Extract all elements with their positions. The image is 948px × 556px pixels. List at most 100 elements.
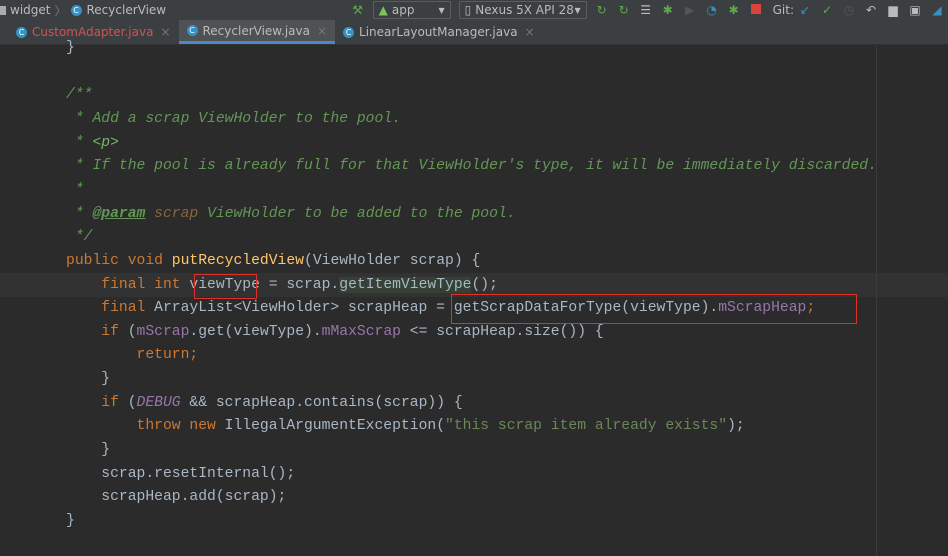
android-icon: ▲ <box>378 3 388 17</box>
code-line: } <box>66 367 110 391</box>
breadcrumb-widget[interactable]: widget <box>10 3 50 17</box>
breadcrumb-recyclerview[interactable]: RecyclerView <box>87 3 167 17</box>
git-history-icon[interactable]: ◷ <box>842 3 856 17</box>
close-icon[interactable]: × <box>160 25 170 39</box>
code-token: * If the pool is already full for that V… <box>66 158 877 175</box>
sdk-manager-icon[interactable]: ◢ <box>930 3 944 17</box>
code-token: final <box>66 300 155 317</box>
debug-attach-icon[interactable]: ✱ <box>727 3 741 17</box>
code-line: throw new IllegalArgumentException("this… <box>66 414 745 438</box>
code-line: scrapHeap.add(scrap); <box>66 485 286 509</box>
code-token: (ViewHolder scrap) { <box>304 252 481 269</box>
code-token: * <box>66 181 84 198</box>
apply-changes-icon[interactable]: ↻ <box>595 3 609 17</box>
code-token: */ <box>66 229 93 246</box>
highlight-box-viewtype <box>194 274 257 299</box>
attach-debugger-icon[interactable]: ▶ <box>683 3 697 17</box>
chevron-down-icon: ▼ <box>438 5 445 15</box>
code-token: scrapHeap.add(scrap); <box>66 489 287 506</box>
chevron-down-icon: ▼ <box>574 5 581 15</box>
debug-icon[interactable]: ✱ <box>661 3 675 17</box>
profiler-icon[interactable]: ◔ <box>705 3 719 17</box>
code-line: */ <box>66 225 93 249</box>
code-editor[interactable]: } /** * Add a scrap ViewHolder to the poo… <box>0 40 948 556</box>
code-line: /** <box>66 83 92 107</box>
highlight-box-getscrapdata <box>451 294 857 324</box>
code-token: <= scrapHeap.size()) { <box>400 323 604 340</box>
code-line: scrap.resetInternal(); <box>66 462 295 486</box>
code-token: scrap <box>154 205 199 222</box>
tab-recyclerview[interactable]: C RecyclerView.java × <box>178 20 336 44</box>
code-token: * <box>66 205 93 222</box>
git-revert-icon[interactable]: ↶ <box>864 3 878 17</box>
code-token: } <box>66 442 111 459</box>
logcat-icon[interactable]: ☰ <box>639 3 653 17</box>
apply-code-changes-icon[interactable]: ↻ <box>617 3 631 17</box>
class-icon: C <box>16 26 27 38</box>
code-token: } <box>66 513 75 529</box>
code-token: DEBUG <box>136 394 181 411</box>
code-token: ); <box>727 418 745 435</box>
breadcrumb-separator-icon: 〉 <box>54 3 67 18</box>
class-icon: C <box>186 25 198 36</box>
right-margin-guide <box>876 45 877 556</box>
code-token: /** <box>66 87 93 104</box>
folder-icon <box>0 5 6 15</box>
code-token: IllegalArgumentException( <box>224 418 446 435</box>
code-token: public void <box>66 252 172 269</box>
code-token: * Add a scrap ViewHolder to the pool. <box>66 110 401 127</box>
project-structure-icon[interactable]: ▆ <box>886 3 900 17</box>
git-label: Git: <box>772 3 794 17</box>
code-token: ( <box>127 323 137 340</box>
code-line: final int viewType = scrap.getItemViewTy… <box>66 273 498 297</box>
code-token: mScrap <box>136 323 190 340</box>
code-line: * <p> <box>66 131 119 155</box>
code-token: * <box>66 134 93 151</box>
close-icon[interactable]: × <box>317 24 327 38</box>
code-line: if (DEBUG && scrapHeap.contains(scrap)) … <box>66 391 462 415</box>
code-token: final int <box>66 276 190 293</box>
git-commit-icon[interactable]: ✓ <box>820 3 834 17</box>
code-token: if <box>66 394 128 411</box>
code-line: * If the pool is already full for that V… <box>66 154 877 178</box>
code-token: if <box>66 323 128 340</box>
device-icon: ▯ <box>464 3 472 17</box>
code-line: * <box>66 178 84 202</box>
run-config-select[interactable]: ▲ app ▼ <box>372 1 451 19</box>
code-token: @param <box>92 205 146 222</box>
tab-linearlayoutmanager[interactable]: C LinearLayoutManager.java × <box>335 20 543 44</box>
code-token: <p> <box>92 134 119 151</box>
code-token: scrap.resetInternal(); <box>66 465 296 482</box>
hammer-icon[interactable]: ⚒ <box>351 3 365 17</box>
code-line: return; <box>66 343 199 367</box>
code-token: throw new <box>66 418 225 435</box>
editor-tabs: C CustomAdapter.java × C RecyclerView.java ×… <box>0 20 948 45</box>
code-line: * Add a scrap ViewHolder to the pool. <box>66 107 401 131</box>
code-token: return; <box>66 347 199 364</box>
code-token: } <box>66 371 111 388</box>
code-token: (); <box>471 276 498 293</box>
tab-customadapter[interactable]: C CustomAdapter.java × <box>0 20 179 44</box>
terminal-icon[interactable]: ▣ <box>908 3 922 17</box>
code-token: ( <box>127 394 137 411</box>
device-select[interactable]: ▯ Nexus 5X API 28 ▼ <box>458 1 587 19</box>
code-line: } <box>66 36 75 60</box>
code-token: ViewHolder to be added to the pool. <box>198 205 516 222</box>
code-token: } <box>66 40 75 56</box>
git-update-icon[interactable]: ↙ <box>798 3 812 17</box>
code-token: putRecycledView <box>171 252 304 269</box>
code-line: public void putRecycledView(ViewHolder s… <box>66 249 480 273</box>
code-token: mMaxScrap <box>321 323 401 340</box>
code-line: } <box>66 438 110 462</box>
code-line: } <box>66 509 75 533</box>
class-icon: C <box>70 4 82 16</box>
navigation-bar: widget 〉 C RecyclerView ⚒ ▲ app ▼ ▯ Nexus 5… <box>0 0 948 20</box>
class-icon: C <box>343 26 355 38</box>
code-token: getItemViewType <box>339 276 472 293</box>
stop-icon[interactable] <box>749 3 763 17</box>
code-token: "this scrap item already exists" <box>445 418 728 435</box>
close-icon[interactable]: × <box>525 25 535 39</box>
code-line: * @param scrap ViewHolder to be added to… <box>66 202 516 226</box>
code-token: .get(viewType). <box>189 323 322 340</box>
